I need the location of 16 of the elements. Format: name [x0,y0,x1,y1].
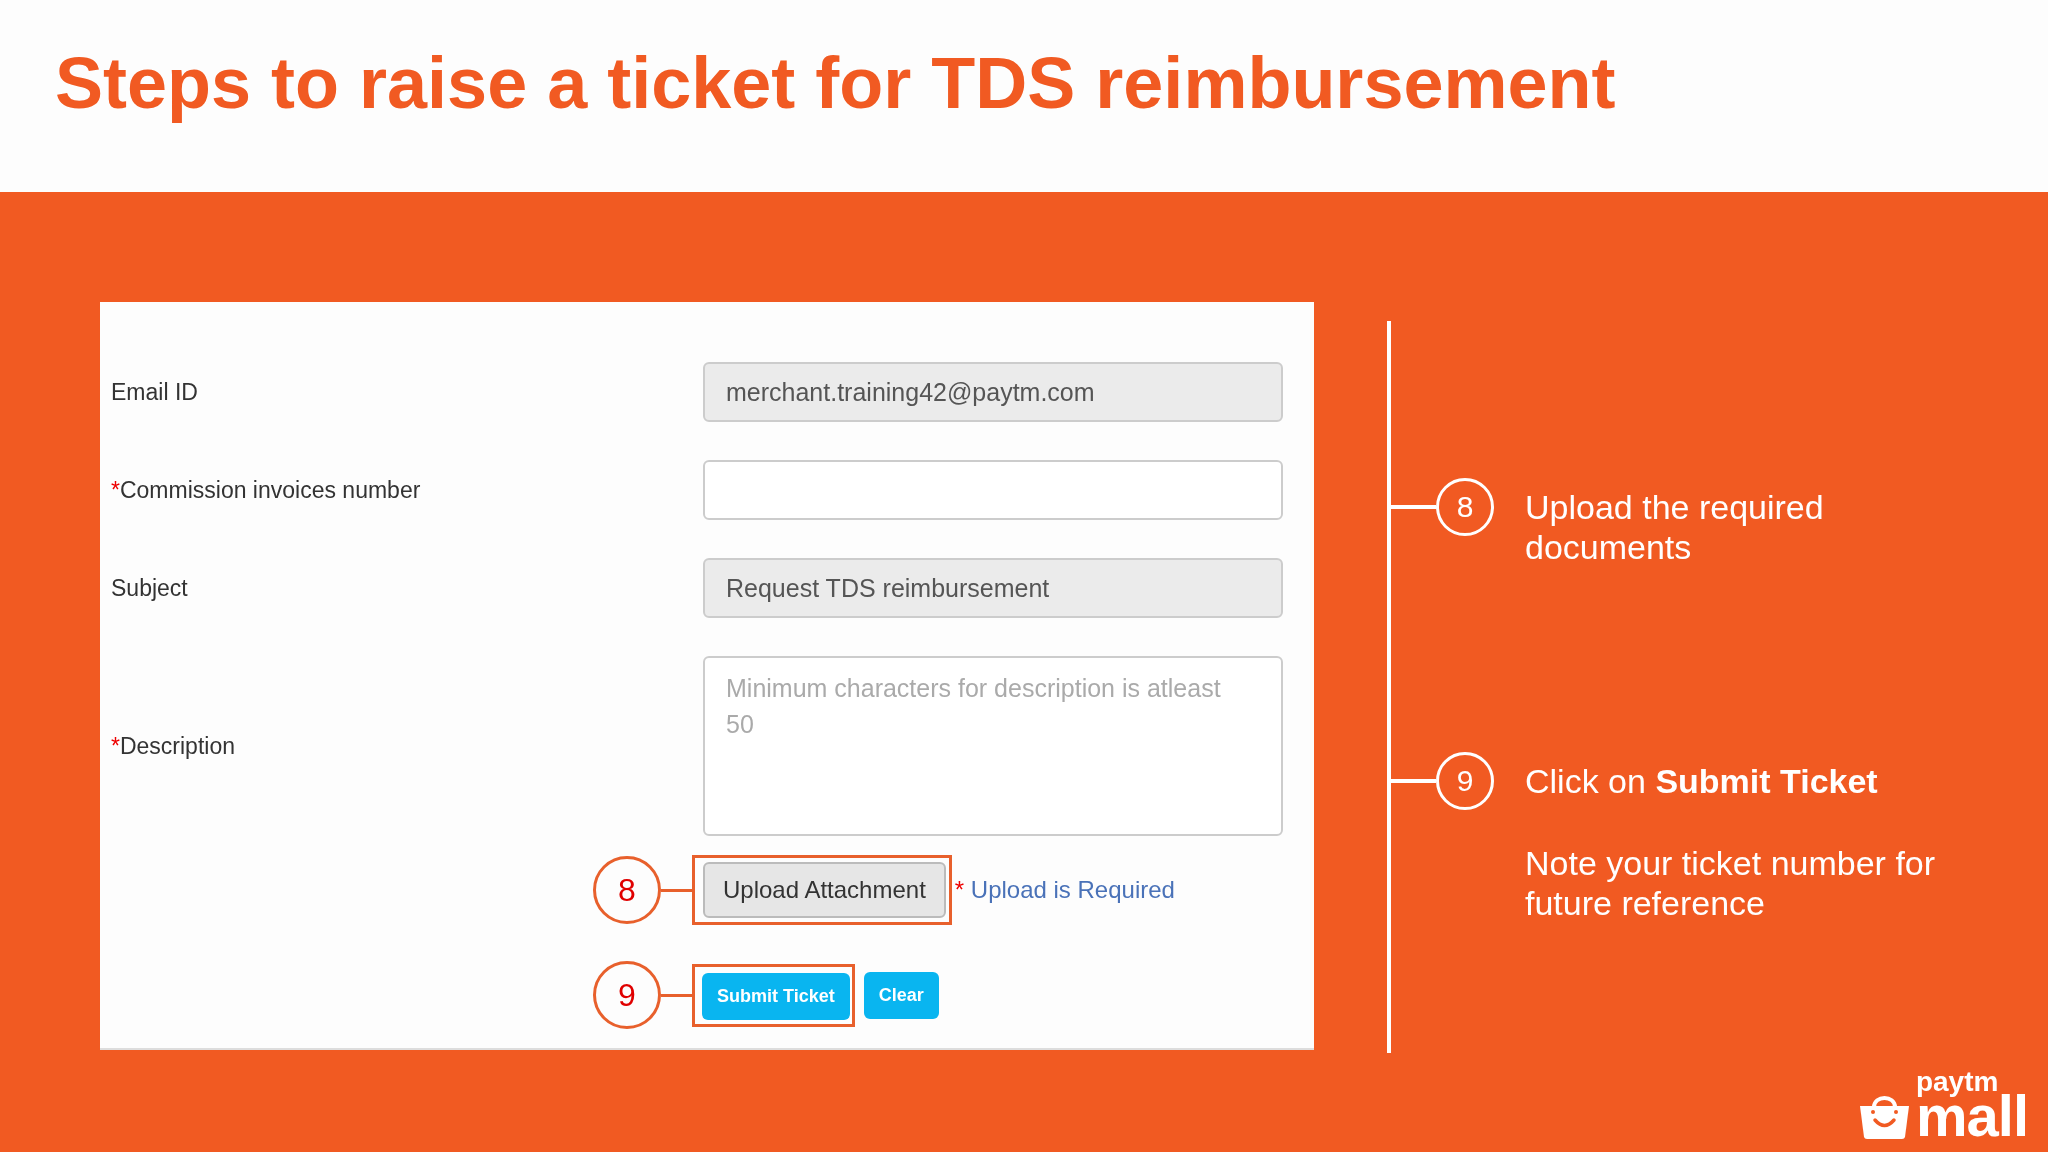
step-text: Click on Submit Ticket [1525,761,1879,801]
upload-required-note: * Upload is Required [954,875,1175,905]
text-field[interactable] [703,460,1283,520]
field-label: Email ID [111,377,198,407]
field-label: *Description [111,731,235,761]
step-number: 9 [593,961,661,1029]
field-label: *Commission invoices number [111,475,421,505]
step-number: 9 [1436,752,1494,810]
shopping-bag-icon [1859,1093,1909,1139]
step-number: 8 [593,856,661,924]
step-note: Note your ticket number for future reference [1525,843,1937,923]
text-area-field[interactable]: Minimum characters for description is atleast 50 [703,656,1283,836]
field-label: Subject [111,573,188,603]
step-text: Upload the required documents [1525,487,1825,567]
step-number: 8 [1436,478,1494,536]
upload-attachment-button[interactable]: Upload Attachment [703,862,946,918]
